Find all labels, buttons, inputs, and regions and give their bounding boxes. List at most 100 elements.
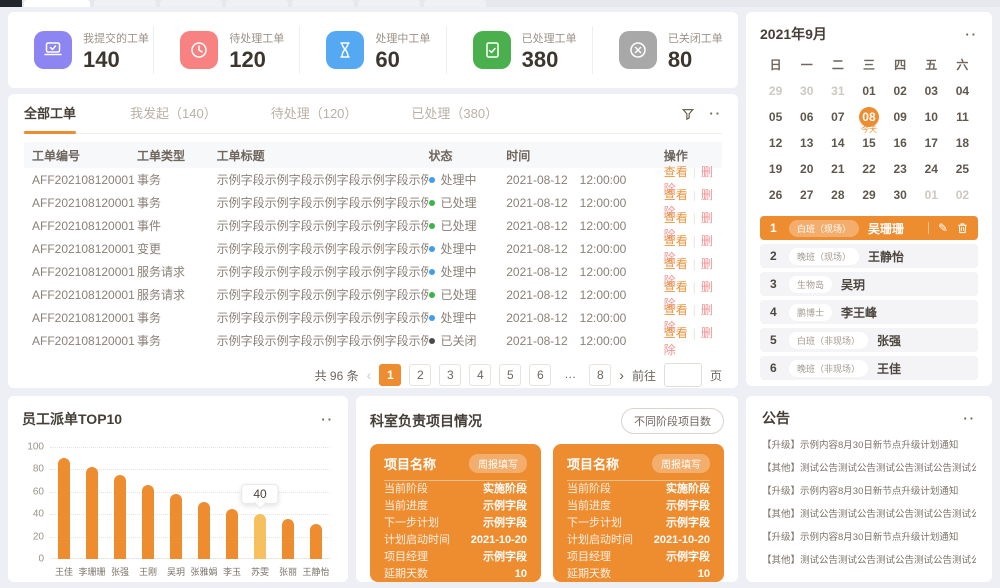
bar bbox=[114, 475, 126, 559]
page-button[interactable]: 3 bbox=[439, 364, 461, 386]
announcement-item[interactable]: 【其他】测试公告测试公告测试公告测试公告测试公告 bbox=[762, 457, 976, 480]
browser-tab[interactable] bbox=[292, 0, 354, 7]
more-icon[interactable]: ·· bbox=[965, 27, 978, 42]
calendar-day[interactable]: 17 bbox=[916, 130, 947, 156]
page-button[interactable]: 4 bbox=[469, 364, 491, 386]
calendar-day[interactable]: 06 bbox=[791, 104, 822, 130]
announcement-item[interactable]: 【其他】测试公告测试公告测试公告测试公告测试公告 bbox=[762, 549, 976, 572]
weekly-report-badge[interactable]: 周报填写 bbox=[469, 454, 527, 473]
calendar-day[interactable]: 28 bbox=[822, 182, 853, 208]
calendar-day[interactable]: 31 bbox=[822, 78, 853, 104]
x-axis-tick: 张强 bbox=[106, 565, 134, 578]
calendar-day[interactable]: 09 bbox=[885, 104, 916, 130]
calendar-day[interactable]: 03 bbox=[916, 78, 947, 104]
more-icon[interactable]: ·· bbox=[321, 412, 334, 427]
browser-tab[interactable] bbox=[424, 0, 486, 7]
view-link[interactable]: 查看 bbox=[664, 280, 688, 294]
calendar-day[interactable]: 01 bbox=[853, 78, 884, 104]
view-link[interactable]: 查看 bbox=[664, 303, 688, 317]
stat-text: 我提交的工单 140 bbox=[83, 30, 149, 71]
browser-tab[interactable] bbox=[358, 0, 420, 7]
shift-row[interactable]: 4 鹏博士 李王峰 bbox=[760, 300, 978, 324]
calendar-day[interactable]: 18 bbox=[947, 130, 978, 156]
page-button[interactable]: 8 bbox=[589, 364, 611, 386]
calendar-day[interactable]: 14 bbox=[822, 130, 853, 156]
calendar-day[interactable]: 19 bbox=[760, 156, 791, 182]
calendar-day[interactable]: 23 bbox=[885, 156, 916, 182]
view-link[interactable]: 查看 bbox=[664, 165, 688, 179]
x-axis-tick: 张雅娟 bbox=[190, 565, 218, 578]
calendar-day[interactable]: 05 bbox=[760, 104, 791, 130]
project-card[interactable]: 项目名称周报填写当前阶段实施阶段当前进度示例字段下一步计划示例字段计划启动时间2… bbox=[370, 444, 541, 582]
workorders-panel: 全部工单我发起（140）待处理（120）已处理（380） ·· 工单编号工单类型… bbox=[8, 94, 738, 388]
tab-inactive[interactable]: 待处理（120） bbox=[271, 94, 358, 134]
page-button[interactable]: 1 bbox=[379, 364, 401, 386]
shift-row[interactable]: 6 晚班（非现场） 王佳 bbox=[760, 356, 978, 380]
weekly-report-badge[interactable]: 周报填写 bbox=[652, 454, 710, 473]
page-button[interactable]: 2 bbox=[409, 364, 431, 386]
view-link[interactable]: 查看 bbox=[664, 234, 688, 248]
bar-column bbox=[190, 447, 218, 559]
calendar-day[interactable]: 22 bbox=[853, 156, 884, 182]
calendar-day[interactable]: 12 bbox=[760, 130, 791, 156]
calendar-day[interactable]: 13 bbox=[791, 130, 822, 156]
calendar-day[interactable]: 20 bbox=[791, 156, 822, 182]
calendar-day[interactable]: 26 bbox=[760, 182, 791, 208]
shift-row[interactable]: 1 白班（现场） 吴珊珊 ✎ bbox=[760, 216, 978, 240]
calendar-day[interactable]: 16 bbox=[885, 130, 916, 156]
order-title: 示例字段示例字段示例字段示例字段示例字段 bbox=[217, 194, 429, 211]
next-page-icon[interactable]: › bbox=[619, 367, 624, 383]
more-icon[interactable]: ·· bbox=[709, 106, 722, 121]
edit-icon[interactable]: ✎ bbox=[938, 221, 948, 235]
calendar-day[interactable]: 27 bbox=[791, 182, 822, 208]
browser-tab[interactable] bbox=[24, 0, 90, 7]
shift-row[interactable]: 3 生物岛 吴玥 bbox=[760, 272, 978, 296]
calendar-title: 2021年9月 bbox=[760, 24, 827, 44]
tab-inactive[interactable]: 已处理（380） bbox=[411, 94, 498, 134]
calendar-day[interactable]: 30 bbox=[885, 182, 916, 208]
browser-tab[interactable] bbox=[94, 0, 156, 7]
calendar-day[interactable]: 01 bbox=[916, 182, 947, 208]
calendar-day-today[interactable]: 08今天 bbox=[853, 104, 884, 130]
calendar-day[interactable]: 04 bbox=[947, 78, 978, 104]
order-type: 事务 bbox=[137, 194, 217, 211]
browser-tab[interactable] bbox=[160, 0, 222, 7]
browser-tab[interactable] bbox=[226, 0, 288, 7]
calendar-day[interactable]: 29 bbox=[853, 182, 884, 208]
calendar-day[interactable]: 29 bbox=[760, 78, 791, 104]
calendar-day[interactable]: 24 bbox=[916, 156, 947, 182]
trash-icon[interactable] bbox=[957, 222, 968, 234]
stage-count-button[interactable]: 不同阶段项目数 bbox=[621, 408, 724, 434]
calendar-day[interactable]: 15 bbox=[853, 130, 884, 156]
x-axis-tick: 吴玥 bbox=[162, 565, 190, 578]
view-link[interactable]: 查看 bbox=[664, 326, 688, 340]
calendar-day[interactable]: 25 bbox=[947, 156, 978, 182]
view-link[interactable]: 查看 bbox=[664, 257, 688, 271]
page-button[interactable]: 5 bbox=[499, 364, 521, 386]
filter-icon[interactable] bbox=[681, 107, 695, 121]
announcement-item[interactable]: 【升级】示例内容8月30日新节点升级计划通知 bbox=[762, 480, 976, 503]
project-card[interactable]: 项目名称周报填写当前阶段实施阶段当前进度示例字段下一步计划示例字段计划启动时间2… bbox=[553, 444, 724, 582]
prev-page-icon[interactable]: ‹ bbox=[367, 367, 372, 383]
view-link[interactable]: 查看 bbox=[664, 188, 688, 202]
calendar-day[interactable]: 30 bbox=[791, 78, 822, 104]
more-icon[interactable]: ·· bbox=[963, 411, 976, 426]
bar bbox=[58, 458, 70, 559]
calendar-day[interactable]: 11 bbox=[947, 104, 978, 130]
shift-row[interactable]: 2 晚班（现场） 王静怡 bbox=[760, 244, 978, 268]
calendar-day[interactable]: 07 bbox=[822, 104, 853, 130]
shift-row[interactable]: 5 白班（非现场） 张强 bbox=[760, 328, 978, 352]
announcement-item[interactable]: 【升级】示例内容8月30日新节点升级计划通知 bbox=[762, 526, 976, 549]
calendar-day[interactable]: 10 bbox=[916, 104, 947, 130]
tab-inactive[interactable]: 我发起（140） bbox=[130, 94, 217, 134]
calendar-day[interactable]: 02 bbox=[947, 182, 978, 208]
goto-page-input[interactable] bbox=[664, 363, 702, 387]
announcement-item[interactable]: 【其他】测试公告测试公告测试公告测试公告测试公告 bbox=[762, 503, 976, 526]
view-link[interactable]: 查看 bbox=[664, 211, 688, 225]
order-type: 事务 bbox=[137, 309, 217, 326]
page-button[interactable]: 6 bbox=[529, 364, 551, 386]
calendar-day[interactable]: 21 bbox=[822, 156, 853, 182]
calendar-day[interactable]: 02 bbox=[885, 78, 916, 104]
tab-active[interactable]: 全部工单 bbox=[24, 94, 76, 134]
announcement-item[interactable]: 【升级】示例内容8月30日新节点升级计划通知 bbox=[762, 434, 976, 457]
